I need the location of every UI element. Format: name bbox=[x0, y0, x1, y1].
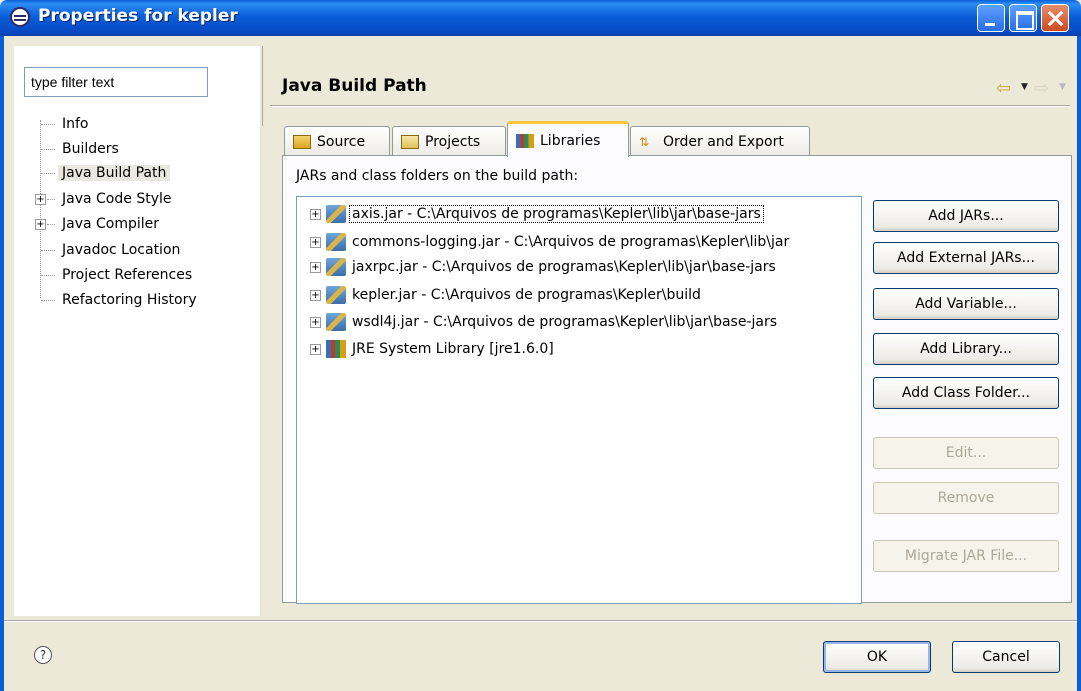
expand-icon[interactable]: + bbox=[310, 236, 321, 248]
tab-projects[interactable]: Projects bbox=[392, 126, 506, 156]
list-item[interactable]: + kepler.jar - C:\Arquivos de programas\… bbox=[310, 284, 703, 306]
add-class-folder-button[interactable]: Add Class Folder... bbox=[873, 377, 1059, 409]
forward-arrow-icon: ⇨ bbox=[1034, 78, 1050, 99]
expand-icon[interactable]: + bbox=[310, 261, 321, 273]
jar-icon bbox=[326, 313, 346, 331]
close-button[interactable] bbox=[1041, 4, 1069, 32]
tree-item-java-code-style[interactable]: Java Code Style bbox=[58, 188, 175, 210]
edit-button[interactable]: Edit... bbox=[873, 437, 1059, 469]
cancel-button[interactable]: Cancel bbox=[952, 641, 1060, 673]
forward-menu-icon: ▼ bbox=[1059, 82, 1066, 92]
tree-item-javadoc-location[interactable]: Javadoc Location bbox=[58, 239, 184, 261]
ok-button[interactable]: OK bbox=[823, 641, 931, 673]
order-export-icon: ⇅ bbox=[639, 134, 650, 149]
tree-item-project-references[interactable]: Project References bbox=[58, 264, 196, 286]
tree-item-java-build-path[interactable]: Java Build Path bbox=[58, 162, 171, 184]
back-menu-icon[interactable]: ▼ bbox=[1021, 82, 1028, 92]
title-bar[interactable]: Properties for kepler bbox=[0, 0, 1081, 36]
libraries-heading: JARs and class folders on the build path… bbox=[296, 168, 579, 184]
library-icon bbox=[326, 340, 346, 358]
minimize-button[interactable] bbox=[977, 4, 1005, 32]
jar-icon bbox=[326, 205, 346, 223]
expand-icon[interactable]: + bbox=[310, 208, 321, 220]
expand-icon[interactable]: + bbox=[310, 289, 321, 301]
maximize-button[interactable] bbox=[1009, 4, 1037, 32]
add-jars-button[interactable]: Add JARs... bbox=[873, 200, 1059, 232]
tree-item-info[interactable]: Info bbox=[58, 113, 93, 135]
tree-item-refactoring-history[interactable]: Refactoring History bbox=[58, 289, 201, 311]
expand-icon[interactable]: + bbox=[310, 343, 321, 355]
tab-order-and-export[interactable]: ⇅ Order and Export bbox=[630, 126, 810, 156]
source-folder-icon bbox=[293, 134, 311, 149]
filter-input[interactable] bbox=[24, 67, 208, 97]
tree-item-builders[interactable]: Builders bbox=[58, 138, 123, 160]
window-title: Properties for kepler bbox=[38, 6, 238, 26]
expand-icon[interactable]: + bbox=[35, 194, 46, 205]
tab-source[interactable]: Source bbox=[284, 126, 390, 156]
list-item[interactable]: + JRE System Library [jre1.6.0] bbox=[310, 338, 556, 360]
remove-button[interactable]: Remove bbox=[873, 482, 1059, 514]
tree-item-java-compiler[interactable]: Java Compiler bbox=[58, 213, 163, 235]
libraries-icon bbox=[516, 133, 534, 148]
projects-folder-icon bbox=[401, 134, 419, 149]
expand-icon[interactable]: + bbox=[310, 316, 321, 328]
list-item[interactable]: + jaxrpc.jar - C:\Arquivos de programas\… bbox=[310, 256, 778, 278]
add-variable-button[interactable]: Add Variable... bbox=[873, 288, 1059, 320]
jar-icon bbox=[326, 233, 346, 251]
back-arrow-icon[interactable]: ⇦ bbox=[996, 78, 1011, 99]
expand-icon[interactable]: + bbox=[35, 219, 46, 230]
list-item[interactable]: + commons-logging.jar - C:\Arquivos de p… bbox=[310, 231, 791, 253]
help-icon[interactable]: ? bbox=[34, 646, 52, 664]
list-item[interactable]: + wsdl4j.jar - C:\Arquivos de programas\… bbox=[310, 311, 779, 333]
jar-icon bbox=[326, 286, 346, 304]
migrate-jar-button[interactable]: Migrate JAR File... bbox=[873, 540, 1059, 572]
add-library-button[interactable]: Add Library... bbox=[873, 333, 1059, 365]
left-pane bbox=[14, 46, 260, 616]
jar-icon bbox=[326, 258, 346, 276]
page-title: Java Build Path bbox=[282, 76, 427, 96]
list-item[interactable]: + axis.jar - C:\Arquivos de programas\Ke… bbox=[310, 203, 764, 225]
tab-libraries[interactable]: Libraries bbox=[507, 121, 629, 157]
add-external-jars-button[interactable]: Add External JARs... bbox=[873, 242, 1059, 274]
eclipse-icon bbox=[10, 7, 30, 27]
